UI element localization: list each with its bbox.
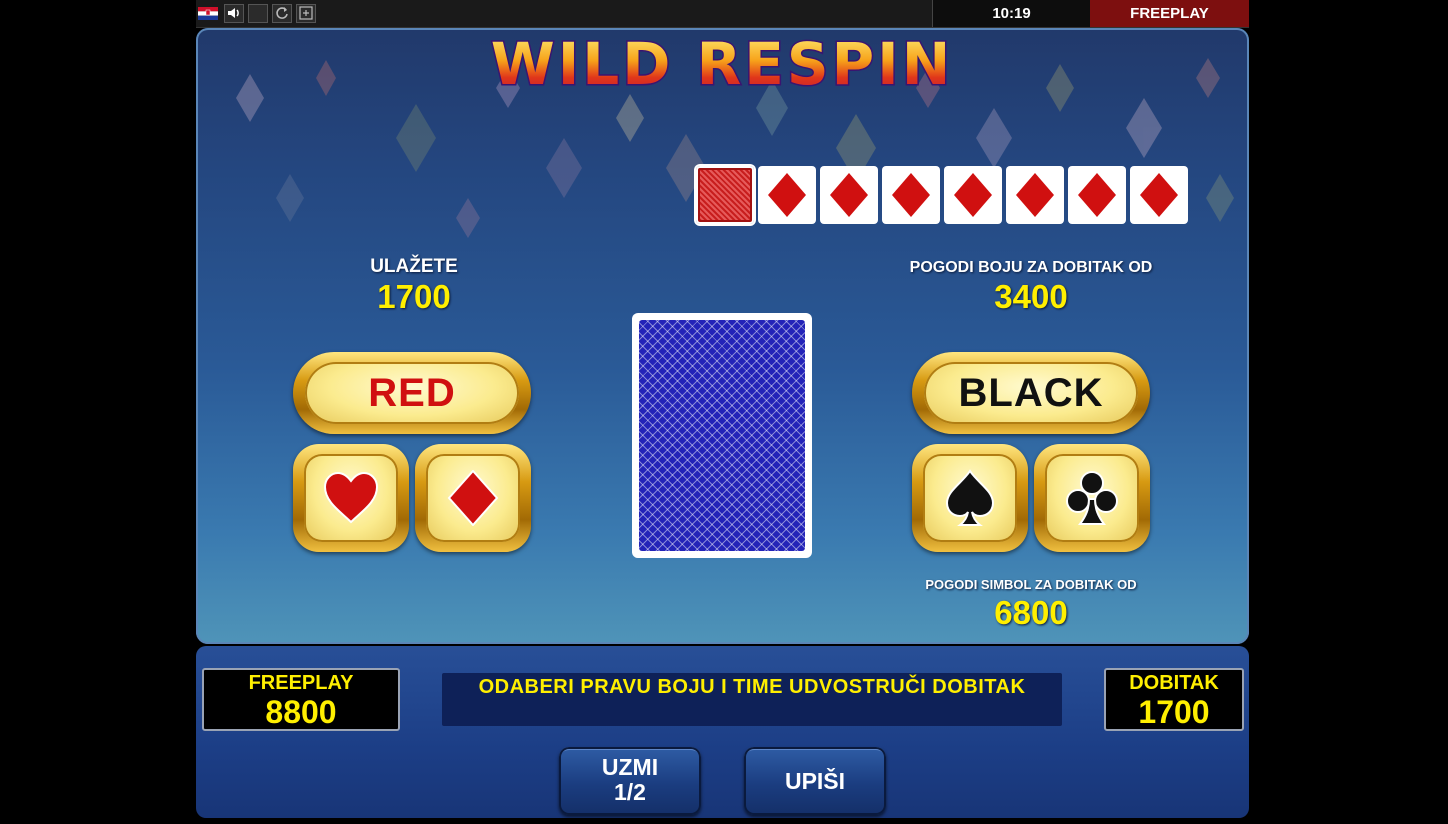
history-card-back — [696, 166, 754, 224]
diamond-icon — [1140, 173, 1178, 217]
diamond-icon — [830, 173, 868, 217]
history-card-diamond — [882, 166, 940, 224]
history-card-diamond — [1006, 166, 1064, 224]
win-value: 1700 — [1138, 694, 1210, 730]
card-back-pattern — [639, 320, 805, 551]
club-button[interactable] — [1034, 444, 1150, 552]
game-logo: WILD RESPIN — [196, 28, 1249, 98]
clock: 10:19 — [932, 0, 1090, 27]
history-card-diamond — [1068, 166, 1126, 224]
heart-button[interactable] — [293, 444, 409, 552]
spade-icon — [945, 469, 995, 526]
instruction-message: ODABERI PRAVU BOJU I TIME UDVOSTRUČI DOB… — [442, 673, 1062, 726]
diamond-icon — [447, 470, 499, 526]
diamond-icon — [954, 173, 992, 217]
win-meter: DOBITAK 1700 — [1104, 668, 1244, 731]
stake-value: 1700 — [377, 278, 451, 315]
diamond-icon — [768, 173, 806, 217]
mystery-card — [632, 313, 812, 558]
diamond-icon — [1016, 173, 1054, 217]
win-label: DOBITAK — [1129, 672, 1219, 694]
history-card-diamond — [758, 166, 816, 224]
take-half-label-1: UZMI — [601, 754, 659, 780]
history-card-diamond — [820, 166, 878, 224]
color-win-label: POGODI BOJU ZA DOBITAK OD — [909, 259, 1153, 276]
fullscreen-icon[interactable] — [248, 4, 268, 23]
system-bar: 10:19 FREEPLAY — [196, 0, 1249, 28]
red-button[interactable]: RED — [293, 352, 531, 434]
settings-icon[interactable] — [296, 4, 316, 23]
sound-icon[interactable] — [224, 4, 244, 23]
gamble-panel: WILD RESPIN ULAŽETE 1700 POGODI BOJU ZA … — [196, 28, 1249, 644]
take-half-label-2: 1/2 — [614, 779, 646, 805]
diamond-icon — [892, 173, 930, 217]
heart-icon — [323, 472, 379, 524]
black-button[interactable]: BLACK — [912, 352, 1150, 434]
diamond-icon — [1078, 173, 1116, 217]
control-bar: FREEPLAY 8800 ODABERI PRAVU BOJU I TIME … — [196, 646, 1249, 818]
suit-win-label: POGODI SIMBOL ZA DOBITAK OD — [925, 577, 1137, 592]
credit-label: FREEPLAY — [248, 672, 354, 694]
logo-text: WILD RESPIN — [491, 30, 954, 96]
history-card-diamond — [944, 166, 1002, 224]
spade-button[interactable] — [912, 444, 1028, 552]
reload-icon[interactable] — [272, 4, 292, 23]
credit-value: 8800 — [265, 694, 337, 730]
mode-badge: FREEPLAY — [1090, 0, 1249, 27]
history-card-diamond — [1130, 166, 1188, 224]
flag-icon — [198, 7, 218, 20]
color-win-value: 3400 — [994, 278, 1068, 315]
take-half-button[interactable]: UZMI 1/2 — [559, 747, 701, 815]
suit-win-value: 6800 — [994, 594, 1068, 631]
credit-meter: FREEPLAY 8800 — [202, 668, 400, 731]
black-button-label: BLACK — [924, 362, 1138, 424]
diamond-button[interactable] — [415, 444, 531, 552]
stake-label: ULAŽETE — [370, 256, 458, 277]
collect-button[interactable]: UPIŠI — [744, 747, 886, 815]
red-button-label: RED — [305, 362, 519, 424]
club-icon — [1066, 471, 1118, 525]
